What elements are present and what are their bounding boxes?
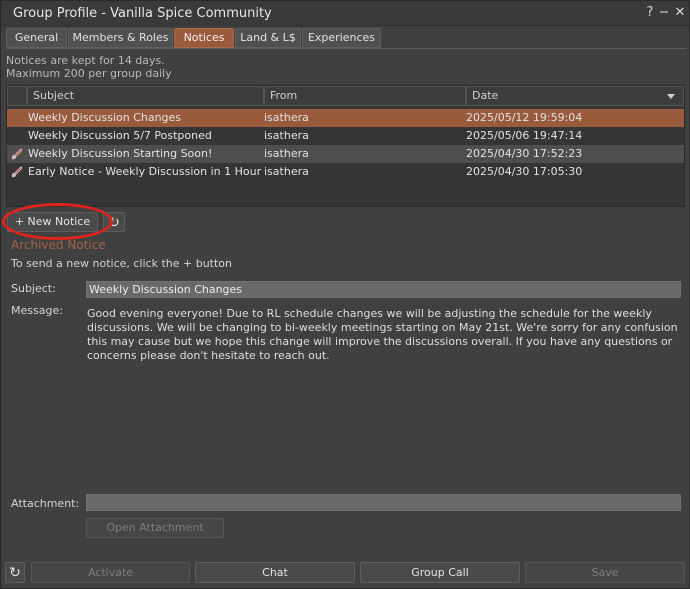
row-subject: Weekly Discussion Changes <box>28 111 182 124</box>
message-label: Message: <box>11 304 63 317</box>
tab-general[interactable]: General <box>6 28 67 48</box>
table-row[interactable]: Weekly Discussion Changes isathera 2025/… <box>7 109 684 127</box>
row-date: 2025/04/30 17:52:23 <box>466 147 583 160</box>
footer-refresh-button[interactable]: ↻ <box>5 562 25 583</box>
new-notice-instruction: To send a new notice, click the + button <box>11 257 232 270</box>
tab-land[interactable]: Land & L$ <box>235 28 301 48</box>
tab-notices[interactable]: Notices <box>174 28 234 48</box>
notice-limit-info: Maximum 200 per group daily <box>6 67 172 80</box>
column-header-subject[interactable]: Subject <box>27 86 264 106</box>
column-header-from[interactable]: From <box>264 86 466 106</box>
row-from: isathera <box>264 129 309 142</box>
open-attachment-button[interactable]: Open Attachment <box>86 518 224 538</box>
close-icon[interactable]: ✕ <box>673 5 687 21</box>
attachment-field[interactable] <box>86 494 681 511</box>
tab-members-roles[interactable]: Members & Roles <box>68 28 173 48</box>
table-row[interactable]: Weekly Discussion 5/7 Postponed isathera… <box>7 127 684 145</box>
activate-button[interactable]: Activate <box>31 562 190 583</box>
row-subject: Weekly Discussion Starting Soon! <box>28 147 213 160</box>
group-call-button[interactable]: Group Call <box>360 562 520 583</box>
group-profile-window: Group Profile - Vanilla Spice Community … <box>0 0 690 589</box>
chat-button[interactable]: Chat <box>195 562 355 583</box>
row-date: 2025/05/12 19:59:04 <box>466 111 583 124</box>
notice-retention-info: Notices are kept for 14 days. <box>6 54 165 67</box>
tab-divider <box>6 48 686 49</box>
row-date: 2025/04/30 17:05:30 <box>466 165 583 178</box>
row-from: isathera <box>264 147 309 160</box>
attachment-icon <box>11 166 23 178</box>
table-row[interactable]: Weekly Discussion Starting Soon! isather… <box>7 145 684 163</box>
message-body[interactable]: Good evening everyone! Due to RL schedul… <box>87 307 681 363</box>
window-title: Group Profile - Vanilla Spice Community <box>13 6 272 21</box>
refresh-icon: ↻ <box>9 565 21 581</box>
table-header: Subject From Date <box>7 86 684 106</box>
column-header-attachment[interactable] <box>7 86 27 106</box>
subject-label: Subject: <box>11 282 56 295</box>
sort-descending-icon <box>667 94 675 99</box>
attachment-label: Attachment: <box>11 497 80 510</box>
title-bar[interactable]: Group Profile - Vanilla Spice Community … <box>1 1 689 26</box>
attachment-icon <box>11 148 23 160</box>
row-from: isathera <box>264 165 309 178</box>
tab-experiences[interactable]: Experiences <box>302 28 381 48</box>
column-header-date-label: Date <box>472 89 499 102</box>
row-from: isathera <box>264 111 309 124</box>
notices-table: Subject From Date Weekly Discussion Chan… <box>6 85 685 207</box>
table-row[interactable]: Early Notice - Weekly Discussion in 1 Ho… <box>7 163 684 181</box>
minimize-icon[interactable]: − <box>657 5 671 21</box>
help-icon[interactable]: ? <box>643 5 657 21</box>
subject-field[interactable]: Weekly Discussion Changes <box>86 281 681 298</box>
column-header-date[interactable]: Date <box>466 86 684 106</box>
highlight-circle <box>2 203 113 240</box>
row-subject: Weekly Discussion 5/7 Postponed <box>28 129 212 142</box>
save-button[interactable]: Save <box>525 562 685 583</box>
row-date: 2025/05/06 19:47:14 <box>466 129 583 142</box>
row-subject: Early Notice - Weekly Discussion in 1 Ho… <box>28 165 262 178</box>
archived-notice-title: Archived Notice <box>11 238 106 252</box>
